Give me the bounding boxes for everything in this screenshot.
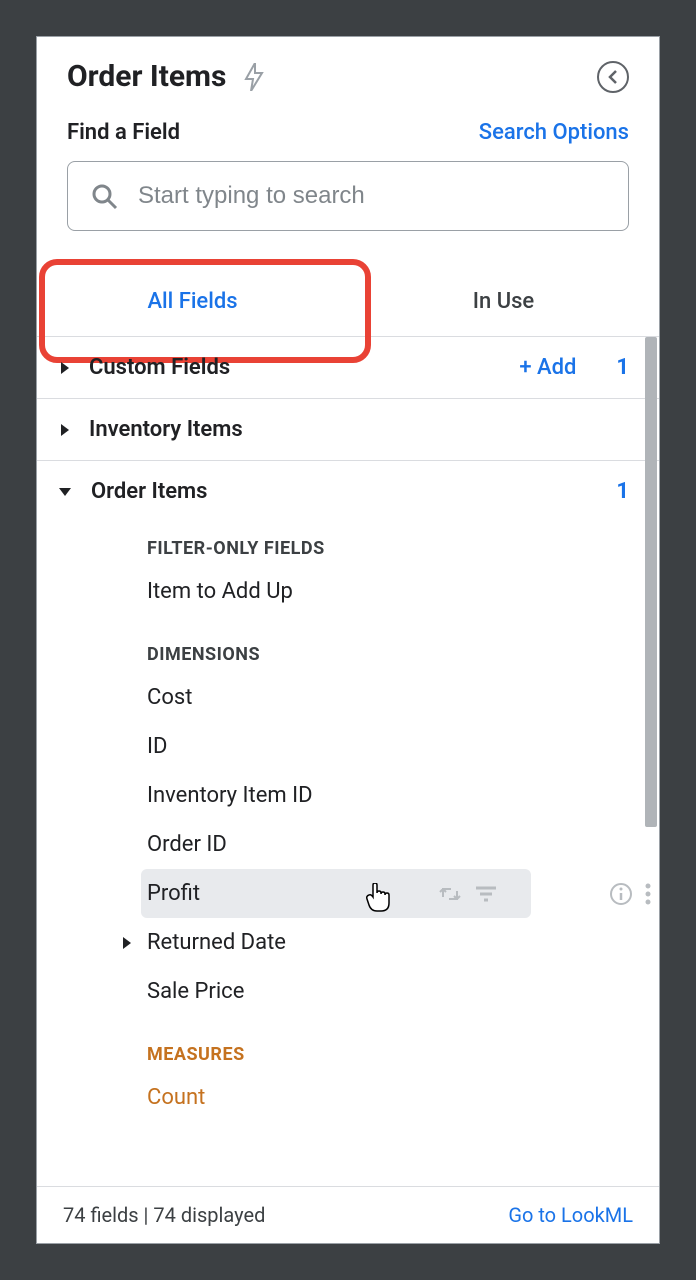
search-section: Find a Field Search Options [37, 94, 659, 251]
field-profit-label: Profit [147, 881, 200, 906]
panel-header: Order Items [37, 37, 659, 94]
caret-right-icon [61, 424, 69, 436]
footer: 74 fields | 74 displayed Go to LookML [37, 1186, 659, 1243]
tabs: All Fields In Use [37, 267, 659, 337]
caret-down-icon [59, 488, 71, 496]
info-icon[interactable] [609, 882, 633, 906]
search-options-link[interactable]: Search Options [479, 120, 629, 145]
search-icon [90, 182, 118, 210]
tab-all-fields-label: All Fields [147, 289, 237, 314]
filter-icon[interactable] [475, 885, 497, 903]
tab-in-use[interactable]: In Use [348, 267, 659, 337]
field-item-to-add-up[interactable]: Item to Add Up [37, 567, 659, 616]
search-input[interactable] [138, 182, 606, 210]
group-inventory-items-label: Inventory Items [89, 417, 629, 442]
field-cost[interactable]: Cost [37, 673, 659, 722]
field-profit[interactable]: Profit [141, 869, 531, 918]
field-picker-panel: Order Items Find a Field Search Options … [36, 36, 660, 1244]
section-dimensions: DIMENSIONS [37, 616, 659, 673]
field-id[interactable]: ID [37, 722, 659, 771]
add-custom-field-link[interactable]: + Add [519, 355, 576, 380]
field-order-id[interactable]: Order ID [37, 820, 659, 869]
more-dots-icon[interactable] [645, 882, 651, 906]
collapse-icon[interactable] [597, 61, 629, 93]
scrollbar-thumb[interactable] [645, 337, 657, 827]
search-box[interactable] [67, 161, 629, 231]
tab-in-use-label: In Use [473, 289, 534, 314]
field-returned-date[interactable]: Returned Date [37, 918, 659, 967]
group-custom-fields-label: Custom Fields [89, 355, 499, 380]
field-sale-price[interactable]: Sale Price [37, 967, 659, 1016]
section-measures: MEASURES [37, 1016, 659, 1073]
group-custom-fields[interactable]: Custom Fields + Add 1 [37, 337, 659, 399]
group-order-items[interactable]: Order Items 1 [37, 461, 659, 522]
find-field-label: Find a Field [67, 120, 180, 145]
order-items-count: 1 [616, 479, 629, 504]
panel-title: Order Items [67, 59, 226, 94]
field-count-text: 74 fields | 74 displayed [63, 1203, 265, 1227]
pivot-icon[interactable] [439, 883, 461, 905]
caret-right-icon [123, 937, 131, 949]
field-count[interactable]: Count [37, 1073, 659, 1122]
section-filter-only: FILTER-ONLY FIELDS [37, 522, 659, 567]
field-list: Custom Fields + Add 1 Inventory Items Or… [37, 337, 659, 1186]
go-to-lookml-link[interactable]: Go to LookML [508, 1203, 633, 1227]
custom-fields-count: 1 [616, 355, 629, 380]
field-returned-date-label: Returned Date [147, 930, 286, 955]
group-inventory-items[interactable]: Inventory Items [37, 399, 659, 461]
caret-right-icon [61, 362, 69, 374]
group-order-items-label: Order Items [91, 479, 576, 504]
tab-all-fields[interactable]: All Fields [37, 267, 348, 337]
lightning-icon[interactable] [244, 63, 264, 91]
field-inventory-item-id[interactable]: Inventory Item ID [37, 771, 659, 820]
